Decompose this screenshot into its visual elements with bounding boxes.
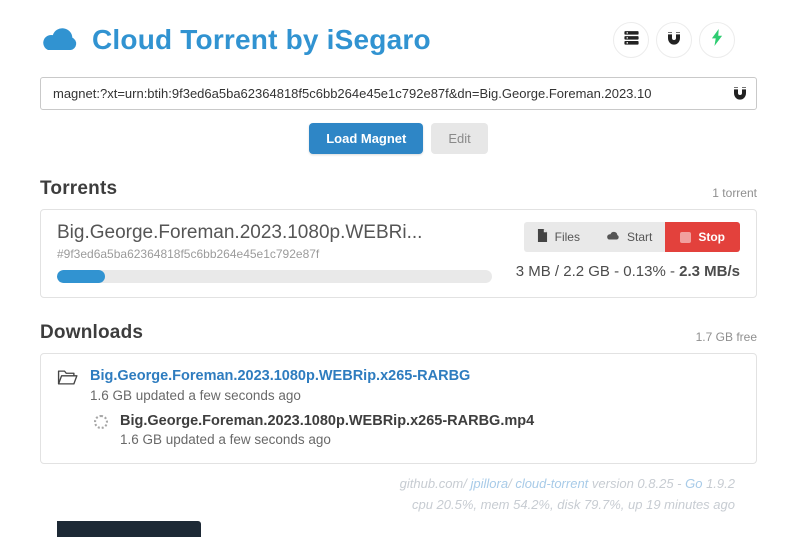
download-speed: 2.3 MB/s: [679, 263, 740, 280]
file-icon: [537, 229, 548, 245]
torrent-hash: #9f3ed6a5ba62364818f5c6bb264e45e1c792e87…: [57, 247, 320, 261]
load-magnet-button[interactable]: Load Magnet: [309, 123, 424, 154]
cloud-logo-icon: [40, 25, 80, 55]
bolt-icon: [710, 29, 724, 51]
brand: Cloud Torrent by iSegaro: [40, 24, 431, 56]
downloads-section-header: Downloads 1.7 GB free: [40, 322, 757, 344]
footer-link-go[interactable]: Go: [685, 476, 702, 491]
footer: github.com/ jpillora/ cloud-torrent vers…: [40, 473, 757, 516]
page-title: Cloud Torrent by iSegaro: [92, 24, 431, 55]
magnet-icon: [732, 85, 748, 106]
file-meta: 1.6 GB updated a few seconds ago: [120, 432, 331, 447]
edit-button[interactable]: Edit: [431, 123, 488, 154]
torrent-count: 1 torrent: [712, 186, 757, 200]
magnet-input-row: [40, 77, 757, 110]
torrent-controls: Files Start Stop 3 MB / 2.2 GB - 0.13% -…: [516, 222, 740, 283]
downloads-tree: Big.George.Foreman.2023.1080p.WEBRip.x26…: [40, 353, 757, 464]
magnet-button[interactable]: [656, 22, 692, 58]
footer-link-repo[interactable]: cloud-torrent: [515, 476, 588, 491]
footer-version-line: github.com/ jpillora/ cloud-torrent vers…: [40, 473, 735, 494]
spinner-icon: [94, 415, 108, 429]
stats-text: 3 MB / 2.2 GB - 0.13% -: [515, 263, 680, 280]
footer-text: version 0.8.25 -: [588, 476, 686, 491]
progress-bar: [57, 270, 492, 283]
footer-stats-line: cpu 20.5%, mem 54.2%, disk 79.7%, up 19 …: [411, 497, 735, 513]
torrents-section-header: Torrents 1 torrent: [40, 178, 757, 200]
server-button[interactable]: [613, 22, 649, 58]
stop-icon: [680, 231, 692, 243]
torrents-title: Torrents: [40, 178, 118, 199]
folder-link[interactable]: Big.George.Foreman.2023.1080p.WEBRip.x26…: [90, 368, 470, 384]
file-info: Big.George.Foreman.2023.1080p.WEBRip.x26…: [120, 413, 534, 447]
footer-link-user[interactable]: jpillora: [471, 476, 509, 491]
torrent-stats: 3 MB / 2.2 GB - 0.13% - 2.3 MB/s: [516, 263, 740, 280]
footer-text: 1.9.2: [702, 476, 735, 491]
downloads-title: Downloads: [40, 322, 144, 343]
free-space: 1.7 GB free: [695, 330, 757, 344]
status-bubble: [57, 521, 201, 537]
footer-text: github.com/: [399, 476, 471, 491]
header-actions: [613, 22, 735, 58]
folder-meta: 1.6 GB updated a few seconds ago: [90, 388, 301, 403]
header: Cloud Torrent by iSegaro: [40, 16, 757, 64]
start-button-label: Start: [626, 230, 653, 244]
torrent-button-group: Files Start Stop: [523, 222, 740, 252]
files-button-label: Files: [554, 230, 580, 244]
stop-button-label: Stop: [698, 230, 725, 244]
files-button[interactable]: Files: [523, 222, 593, 252]
stop-button[interactable]: Stop: [665, 222, 740, 252]
folder-row: Big.George.Foreman.2023.1080p.WEBRip.x26…: [57, 367, 740, 403]
torrent-name: Big.George.Foreman.2023.1080p.WEBRi...: [57, 222, 423, 243]
torrent-info: Big.George.Foreman.2023.1080p.WEBRi... #…: [57, 222, 492, 283]
page: Cloud Torrent by iSegaro magnet:?xt=urn:…: [40, 16, 757, 516]
magnet-input[interactable]: [40, 77, 757, 110]
file-name[interactable]: Big.George.Foreman.2023.1080p.WEBRip.x26…: [120, 413, 534, 429]
cloud-icon: [606, 230, 620, 244]
folder-open-icon: [57, 369, 78, 391]
folder-info: Big.George.Foreman.2023.1080p.WEBRip.x26…: [90, 367, 470, 403]
start-button[interactable]: Start: [592, 222, 666, 252]
magnet-icon: [666, 30, 682, 51]
file-row: Big.George.Foreman.2023.1080p.WEBRip.x26…: [94, 413, 740, 447]
bolt-button[interactable]: [699, 22, 735, 58]
action-row: Load Magnet Edit: [40, 123, 757, 154]
torrent-row: Big.George.Foreman.2023.1080p.WEBRi... #…: [40, 209, 757, 298]
server-icon: [623, 29, 640, 51]
progress-fill: [57, 270, 105, 283]
